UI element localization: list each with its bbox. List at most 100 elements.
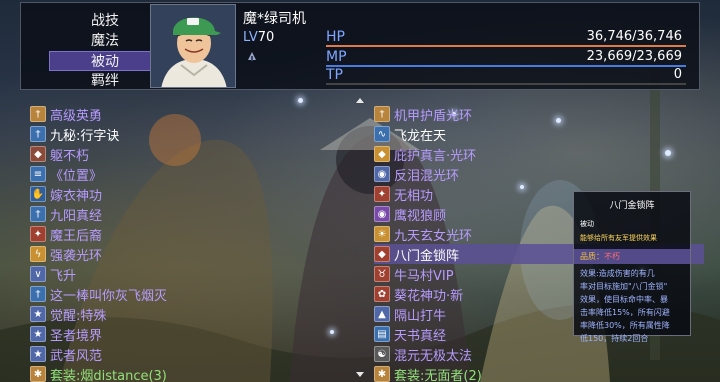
scroll-up-icon[interactable] <box>356 98 364 103</box>
skill-item[interactable]: ★ 觉醒:特殊 <box>30 304 360 324</box>
skill-item[interactable]: ★ 武者风范 <box>30 344 360 364</box>
skill-name: 反泪混光环 <box>394 168 460 184</box>
scroll-icon: ≡ <box>30 166 46 182</box>
skill-name: 套装:烟distance(3) <box>50 368 167 382</box>
tooltip-description: 能够给所有友军提供效果 <box>580 234 657 242</box>
skill-name: 强袭光环 <box>50 248 103 264</box>
skill-item[interactable]: † 这一棒叫你灰飞烟灭 <box>30 284 360 304</box>
wing-icon: ∨ <box>30 266 46 282</box>
skill-name: 武者风范 <box>50 348 103 364</box>
skill-item[interactable]: † 高级英勇 <box>30 104 360 124</box>
skill-name: 嫁衣神功 <box>50 188 103 204</box>
skill-item[interactable]: ★ 圣者境界 <box>30 324 360 344</box>
skill-name: 圣者境界 <box>50 328 103 344</box>
gear-icon: ✱ <box>374 366 390 382</box>
flower-icon: ✿ <box>374 286 390 302</box>
eye-icon: ◉ <box>374 206 390 222</box>
character-portrait <box>150 4 236 88</box>
skill-name: 机甲护盾光环 <box>394 108 473 124</box>
skill-name: 葵花神功·新 <box>394 288 464 304</box>
menu-item-magic[interactable]: 魔法 <box>49 31 161 51</box>
character-name: 魔*绿司机 <box>243 11 306 27</box>
skill-name: 觉醒:特殊 <box>50 308 107 324</box>
skill-name: 九天玄女光环 <box>394 228 473 244</box>
sword-icon: † <box>30 206 46 222</box>
sword-icon: † <box>30 286 46 302</box>
tooltip-title: 八门金锁阵 <box>609 201 655 211</box>
sword-icon: † <box>30 106 46 122</box>
fire-icon: ✦ <box>30 226 46 242</box>
skill-item[interactable]: ∿ 飞龙在天 <box>374 124 704 144</box>
skill-item[interactable]: ✦ 魔王后裔 <box>30 224 360 244</box>
star-icon: ★ <box>30 326 46 342</box>
skill-name: 飞龙在天 <box>394 128 447 144</box>
skill-name: 无相功 <box>394 188 434 204</box>
book-icon: ▤ <box>374 326 390 342</box>
skill-name: 飞升 <box>50 268 77 284</box>
skill-name: 庇护真言·光环 <box>394 148 477 164</box>
skill-name: 躯不朽 <box>50 148 90 164</box>
skill-item[interactable]: ◆ 躯不朽 <box>30 144 360 164</box>
star-icon: ★ <box>30 306 46 322</box>
mp-label: MP <box>326 49 347 65</box>
skill-item[interactable]: ☯ 混元无极太法 <box>374 344 704 364</box>
taiji-icon: ☯ <box>374 346 390 362</box>
skill-name: 九阳真经 <box>50 208 103 224</box>
skill-name: 牛马村VIP <box>394 268 454 284</box>
tp-stat: TP 0 <box>326 67 686 85</box>
menu-item-skills[interactable]: 战技 <box>49 11 161 31</box>
hp-bar <box>326 45 686 47</box>
tooltip-quality-value: 不朽 <box>604 252 620 261</box>
sun-icon: ☀ <box>374 226 390 242</box>
skill-item[interactable]: ∨ 飞升 <box>30 264 360 284</box>
skill-name: 《位置》 <box>50 168 103 184</box>
dragon-icon: ∿ <box>374 126 390 142</box>
level-prefix: LV <box>243 30 258 45</box>
tooltip-effect: 效果:造成伤害的有几 率对目标施加"八门金锁" 效果，使目标命中率、暴 击率降低… <box>580 269 670 343</box>
sword-icon: † <box>30 126 46 142</box>
menu-item-bonds[interactable]: 羁绊 <box>49 71 161 91</box>
mountain-icon: ▲ <box>374 306 390 322</box>
skill-name: 这一棒叫你灰飞烟灭 <box>50 288 168 304</box>
sword-icon: † <box>374 106 390 122</box>
firefly-glow <box>298 98 303 103</box>
skill-tooltip: 八门金锁阵 被动 能够给所有友军提供效果 品质：不朽 效果:造成伤害的有几 率对… <box>573 191 691 343</box>
level-value: 70 <box>257 30 275 45</box>
skill-item[interactable]: ◉ 反泪混光环 <box>374 164 704 184</box>
gear-icon: ✱ <box>30 366 46 382</box>
skill-item[interactable]: † 九秘:行字诀 <box>30 124 360 144</box>
star-icon: ★ <box>30 346 46 362</box>
skill-item[interactable]: ✋ 嫁衣神功 <box>30 184 360 204</box>
mp-stat: MP 23,669/23,669 <box>326 49 686 67</box>
hp-stat: HP 36,746/36,746 <box>326 29 686 47</box>
skill-item[interactable]: † 机甲护盾光环 <box>374 104 704 124</box>
shield-icon: ◆ <box>30 146 46 162</box>
skill-item[interactable]: ◆ 庇护真言·光环 <box>374 144 704 164</box>
skill-name: 鹰视狼顾 <box>394 208 447 224</box>
hp-bar-fill <box>326 45 686 47</box>
skill-item[interactable]: ✱ 套装:烟distance(3) <box>30 364 360 382</box>
skill-list-left: † 高级英勇 † 九秘:行字诀 ◆ 躯不朽 ≡ 《位置》 ✋ 嫁衣神功 † 九阳真经 ✦ 魔王后裔 ϟ 强袭光… <box>30 104 360 382</box>
game-screen: 战技 魔法 被动 羁绊 魔*绿司机 LV70 HP 36,746/36,746 … <box>0 0 720 382</box>
skill-item[interactable]: ≡ 《位置》 <box>30 164 360 184</box>
skill-name: 隔山打牛 <box>394 308 447 324</box>
skill-item[interactable]: ϟ 强袭光环 <box>30 244 360 264</box>
skill-item[interactable]: ✱ 套装:无面者(2) <box>374 364 704 382</box>
menu-item-passive[interactable]: 被动 <box>49 51 161 71</box>
hand-icon: ✋ <box>30 186 46 202</box>
skill-name: 九秘:行字诀 <box>50 128 120 144</box>
tp-label: TP <box>326 67 343 83</box>
skill-item[interactable]: † 九阳真经 <box>30 204 360 224</box>
fire-icon: ✦ <box>374 186 390 202</box>
tooltip-quality-label: 品质： <box>580 252 604 261</box>
eye-icon: ◉ <box>374 166 390 182</box>
skill-name: 魔王后裔 <box>50 228 103 244</box>
skill-name: 套装:无面者(2) <box>394 368 482 382</box>
tooltip-type: 被动 <box>580 220 594 228</box>
character-level: LV70 <box>243 30 274 45</box>
hp-value: 36,746/36,746 <box>586 29 682 44</box>
tooltip-quality: 品质：不朽 <box>574 249 690 264</box>
mp-value: 23,669/23,669 <box>586 49 682 64</box>
bolt-icon: ϟ <box>30 246 46 262</box>
class-icon <box>248 52 256 61</box>
